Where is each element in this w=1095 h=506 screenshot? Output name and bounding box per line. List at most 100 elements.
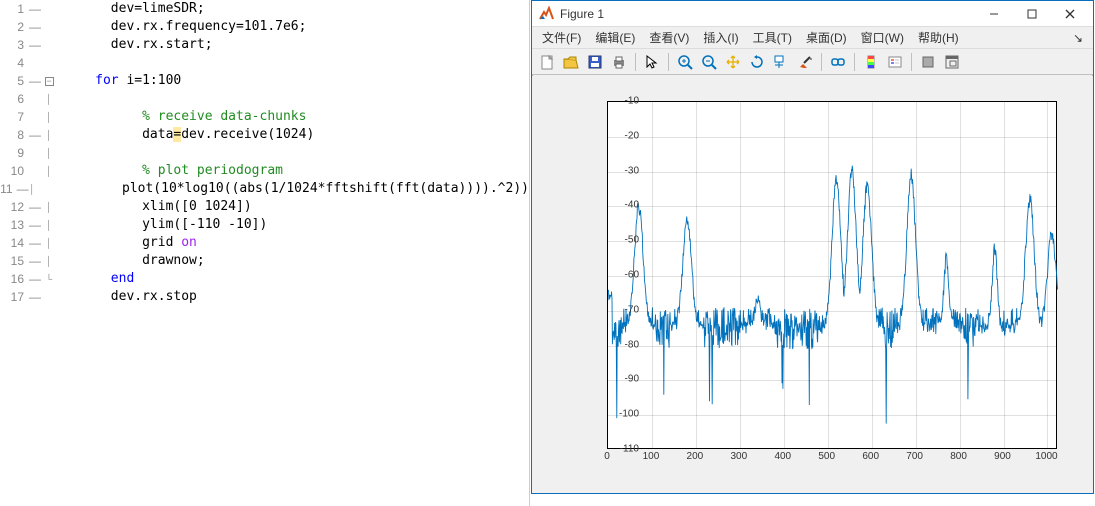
fold-gutter[interactable]: │ <box>42 162 56 180</box>
fold-gutter[interactable]: │ <box>29 180 36 198</box>
ytick-label: -20 <box>599 130 639 141</box>
menu-工具[interactable]: 工具(T) <box>747 27 798 48</box>
menu-桌面[interactable]: 桌面(D) <box>800 27 853 48</box>
new-icon[interactable] <box>536 51 558 73</box>
fold-gutter[interactable]: │ <box>42 144 56 162</box>
axes[interactable] <box>607 101 1057 449</box>
rotate-icon[interactable] <box>746 51 768 73</box>
code-line[interactable]: 11—│ plot(10*log10((abs(1/1024*fftshift(… <box>0 180 529 198</box>
fold-gutter[interactable]: │ <box>42 252 56 270</box>
code-text[interactable]: % plot periodogram <box>56 162 283 180</box>
menu-文件[interactable]: 文件(F) <box>536 27 587 48</box>
breakpoint-dash[interactable]: — <box>28 252 42 270</box>
menu-插入[interactable]: 插入(I) <box>697 27 744 48</box>
matlab-icon <box>538 6 554 22</box>
code-line[interactable]: 8—│ data=dev.receive(1024) <box>0 126 529 144</box>
breakpoint-dash[interactable]: — <box>28 126 42 144</box>
breakpoint-dash[interactable]: — <box>28 72 42 90</box>
code-text[interactable]: drawnow; <box>56 252 205 270</box>
toolbar-separator <box>911 53 912 71</box>
legend-icon[interactable] <box>884 51 906 73</box>
line-number: 17 <box>0 288 28 306</box>
open-icon[interactable] <box>560 51 582 73</box>
brush-icon[interactable] <box>794 51 816 73</box>
pointer-icon[interactable] <box>641 51 663 73</box>
menu-编辑[interactable]: 编辑(E) <box>589 27 641 48</box>
zoom-out-icon[interactable] <box>698 51 720 73</box>
save-icon[interactable] <box>584 51 606 73</box>
menu-帮助[interactable]: 帮助(H) <box>912 27 965 48</box>
line-number: 3 <box>0 36 28 54</box>
code-line[interactable]: 9│ <box>0 144 529 162</box>
fold-gutter[interactable]: │ <box>42 216 56 234</box>
code-line[interactable]: 10│ % plot periodogram <box>0 162 529 180</box>
hide-icon[interactable] <box>917 51 939 73</box>
fold-gutter[interactable]: │ <box>42 234 56 252</box>
fold-gutter[interactable]: │ <box>42 108 56 126</box>
figure-toolbar <box>532 49 1093 75</box>
code-text[interactable]: plot(10*log10((abs(1/1024*fftshift(fft(d… <box>36 180 529 198</box>
code-line[interactable]: 7│ % receive data-chunks <box>0 108 529 126</box>
code-text[interactable]: xlim([0 1024]) <box>56 198 252 216</box>
dock-icon[interactable] <box>941 51 963 73</box>
xtick-label: 500 <box>812 451 842 462</box>
line-number: 5 <box>0 72 28 90</box>
code-text[interactable]: ylim([-110 -10]) <box>56 216 267 234</box>
gridline <box>608 137 1056 138</box>
code-line[interactable]: 5—− for i=1:100 <box>0 72 529 90</box>
code-line[interactable]: 12—│ xlim([0 1024]) <box>0 198 529 216</box>
code-line[interactable]: 2— dev.rx.frequency=101.7e6; <box>0 18 529 36</box>
code-text[interactable]: dev.rx.frequency=101.7e6; <box>56 18 306 36</box>
code-line[interactable]: 13—│ ylim([-110 -10]) <box>0 216 529 234</box>
code-text[interactable]: dev=limeSDR; <box>56 0 205 18</box>
code-text[interactable]: dev.rx.start; <box>56 36 213 54</box>
code-line[interactable]: 6│ <box>0 90 529 108</box>
line-number: 15 <box>0 252 28 270</box>
maximize-button[interactable] <box>1013 2 1051 26</box>
data-cursor-icon[interactable] <box>770 51 792 73</box>
breakpoint-dash[interactable]: — <box>28 216 42 234</box>
code-text[interactable]: data=dev.receive(1024) <box>56 126 314 144</box>
zoom-in-icon[interactable] <box>674 51 696 73</box>
close-button[interactable] <box>1051 2 1089 26</box>
code-text[interactable]: for i=1:100 <box>56 72 181 90</box>
code-line[interactable]: 3— dev.rx.start; <box>0 36 529 54</box>
breakpoint-dash[interactable]: — <box>17 180 29 198</box>
gridline <box>960 102 961 448</box>
fold-gutter[interactable]: │ <box>42 198 56 216</box>
code-text[interactable]: % receive data-chunks <box>56 108 306 126</box>
code-line[interactable]: 15—│ drawnow; <box>0 252 529 270</box>
link-icon[interactable] <box>827 51 849 73</box>
code-line[interactable]: 14—│ grid on <box>0 234 529 252</box>
code-editor: 1— dev=limeSDR;2— dev.rx.frequency=101.7… <box>0 0 530 506</box>
code-text[interactable]: end <box>56 270 134 288</box>
fold-gutter[interactable]: └ <box>42 270 56 288</box>
minimize-button[interactable] <box>975 2 1013 26</box>
fold-gutter[interactable]: − <box>42 72 56 90</box>
fold-gutter[interactable]: │ <box>42 126 56 144</box>
breakpoint-dash[interactable]: — <box>28 234 42 252</box>
print-icon[interactable] <box>608 51 630 73</box>
breakpoint-dash[interactable]: — <box>28 198 42 216</box>
pan-icon[interactable] <box>722 51 744 73</box>
gridline <box>828 102 829 448</box>
breakpoint-dash[interactable]: — <box>28 288 42 306</box>
breakpoint-dash[interactable]: — <box>28 270 42 288</box>
code-text[interactable]: grid on <box>56 234 197 252</box>
breakpoint-dash[interactable]: — <box>28 36 42 54</box>
code-line[interactable]: 17— dev.rx.stop <box>0 288 529 306</box>
code-line[interactable]: 16—└ end <box>0 270 529 288</box>
gridline <box>608 380 1056 381</box>
code-line[interactable]: 4 <box>0 54 529 72</box>
code-line[interactable]: 1— dev=limeSDR; <box>0 0 529 18</box>
menu-查看[interactable]: 查看(V) <box>643 27 695 48</box>
breakpoint-dash[interactable]: — <box>28 0 42 18</box>
colorbar-icon[interactable] <box>860 51 882 73</box>
line-number: 9 <box>0 144 28 162</box>
menubar-overflow-icon[interactable]: ↘ <box>1067 29 1089 47</box>
menu-窗口[interactable]: 窗口(W) <box>855 27 910 48</box>
fold-gutter[interactable]: │ <box>42 90 56 108</box>
toolbar-separator <box>854 53 855 71</box>
breakpoint-dash[interactable]: — <box>28 18 42 36</box>
code-text[interactable]: dev.rx.stop <box>56 288 197 306</box>
